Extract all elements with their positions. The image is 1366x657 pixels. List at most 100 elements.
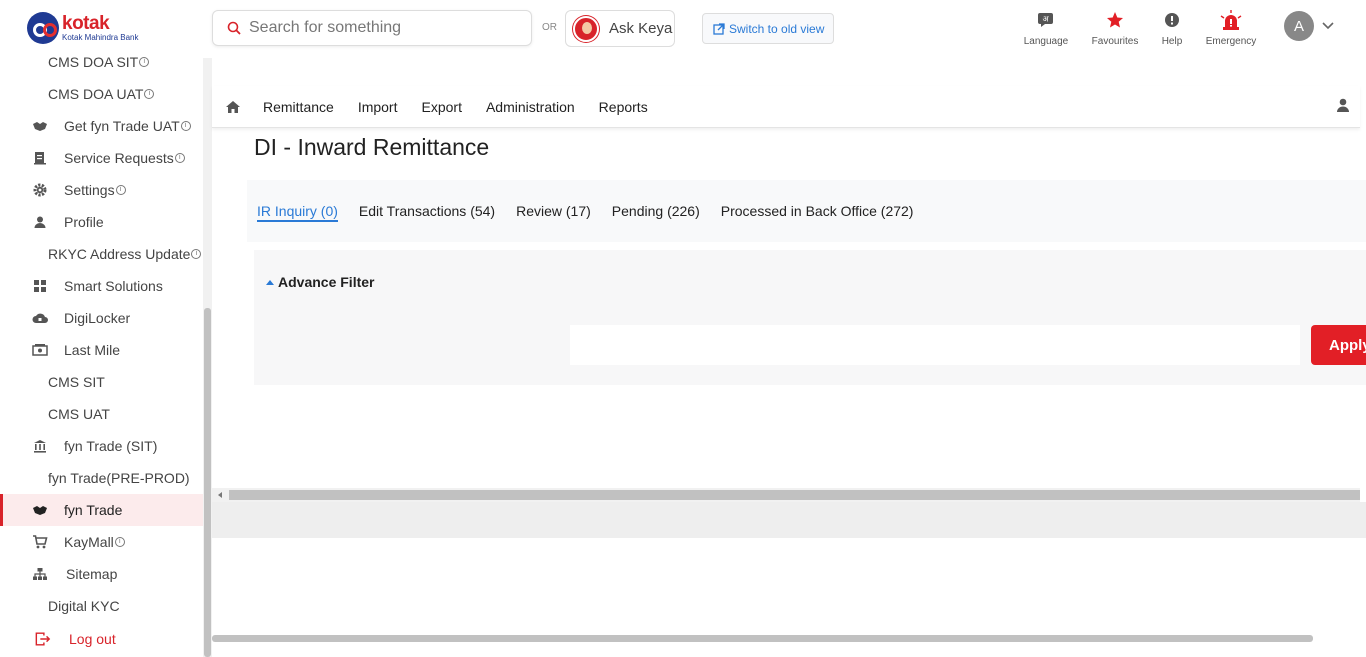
info-icon: i	[191, 249, 202, 259]
bank-icon	[32, 438, 48, 454]
info-icon: i	[139, 57, 150, 67]
apply-button[interactable]: Apply	[1311, 325, 1366, 365]
sidebar-item-label: Last Mile	[64, 342, 121, 358]
tab-ir-inquiry[interactable]: IR Inquiry (0)	[257, 180, 338, 242]
tab-edit-transactions[interactable]: Edit Transactions (54)	[359, 180, 495, 242]
sidebar-scrollbar-thumb[interactable]	[204, 308, 211, 657]
advance-filter-panel: Advance Filter Apply	[254, 250, 1366, 385]
language-label: Language	[1023, 36, 1069, 47]
logout-icon	[35, 631, 51, 647]
tab-bar: IR Inquiry (0) Edit Transactions (54) Re…	[247, 180, 1366, 242]
user-avatar: A	[1284, 11, 1314, 41]
profile-icon[interactable]	[1336, 98, 1350, 118]
sidebar-item-label: Log out	[69, 631, 116, 647]
home-icon[interactable]	[225, 100, 241, 114]
sidebar-item-label: CMS DOA SIT	[48, 54, 139, 70]
user-menu[interactable]: A	[1284, 11, 1334, 41]
sidebar-item-label: CMS UAT	[48, 406, 110, 422]
sidebar-item-get-fyn-trade-uat[interactable]: Get fyn Trade UAT i	[0, 110, 203, 142]
sidebar-item-fyn-trade[interactable]: fyn Trade	[0, 494, 203, 526]
sidebar-item-label: RKYC Address Update	[48, 246, 191, 262]
svg-text:अ: अ	[1042, 15, 1049, 24]
help-icon	[1165, 13, 1179, 27]
sidebar-item-profile[interactable]: Profile	[0, 206, 203, 238]
horizontal-scrollbar-thumb[interactable]	[229, 490, 1360, 500]
sidebar-item-settings[interactable]: Settings i	[0, 174, 203, 206]
module-nav: Remittance Import Export Administration …	[212, 86, 1360, 128]
brand-subtitle: Kotak Mahindra Bank	[62, 32, 139, 42]
nav-import[interactable]: Import	[358, 99, 398, 115]
sidebar-item-cms-doa-uat[interactable]: CMS DOA UAT i	[0, 78, 203, 110]
nav-administration[interactable]: Administration	[486, 99, 575, 115]
grid-icon	[32, 278, 48, 294]
info-icon: i	[174, 153, 185, 163]
sidebar-item-label: Service Requests	[64, 150, 174, 166]
horizontal-scrollbar[interactable]	[212, 488, 1360, 502]
sidebar-item-label: Smart Solutions	[64, 278, 163, 294]
sidebar-item-smart-solutions[interactable]: Smart Solutions	[0, 270, 203, 302]
help-button[interactable]: Help	[1157, 10, 1187, 47]
sidebar-item-label: fyn Trade	[64, 502, 123, 518]
handshake-icon	[32, 502, 48, 518]
info-icon: i	[114, 537, 125, 547]
sidebar-item-label: CMS DOA UAT	[48, 86, 144, 102]
sidebar-item-digilocker[interactable]: DigiLocker	[0, 302, 203, 334]
tab-processed-back-office[interactable]: Processed in Back Office (272)	[721, 180, 914, 242]
siren-icon	[1220, 10, 1242, 30]
grid-footer	[212, 502, 1366, 538]
language-icon: अ	[1038, 13, 1053, 27]
sidebar-item-cms-doa-sit[interactable]: CMS DOA SIT i	[0, 46, 203, 78]
tab-pending[interactable]: Pending (226)	[612, 180, 700, 242]
search-box[interactable]	[212, 10, 532, 46]
sidebar-item-logout[interactable]: Log out	[0, 623, 203, 655]
page-title: DI - Inward Remittance	[254, 134, 490, 160]
sidebar-item-sitemap[interactable]: Sitemap	[0, 558, 203, 590]
sidebar-item-cms-sit[interactable]: CMS SIT	[0, 366, 203, 398]
favourites-button[interactable]: Favourites	[1090, 10, 1140, 47]
sidebar-item-label: DigiLocker	[64, 310, 131, 326]
page-horizontal-scrollbar[interactable]	[212, 635, 1313, 642]
handshake-icon	[32, 118, 48, 134]
sidebar-item-digital-kyc[interactable]: Digital KYC	[0, 590, 203, 622]
sitemap-icon	[32, 566, 48, 582]
nav-reports[interactable]: Reports	[599, 99, 648, 115]
sidebar-item-rkyc-address-update[interactable]: RKYC Address Update i	[0, 238, 203, 270]
sidebar-item-fyn-trade-sit[interactable]: fyn Trade (SIT)	[0, 430, 203, 462]
cart-icon	[32, 534, 48, 550]
filter-input[interactable]	[570, 325, 1300, 365]
sidebar-item-kaymall[interactable]: KayMall i	[0, 526, 203, 558]
sidebar-item-label: Digital KYC	[48, 598, 120, 614]
search-input[interactable]	[249, 19, 519, 37]
info-icon: i	[115, 185, 126, 195]
advance-filter-toggle[interactable]: Advance Filter	[266, 274, 374, 290]
cloud-icon	[32, 310, 48, 326]
sidebar-item-label: CMS SIT	[48, 374, 105, 390]
switch-old-view-button[interactable]: Switch to old view	[702, 13, 834, 44]
sidebar-item-service-requests[interactable]: Service Requests i	[0, 142, 203, 174]
info-icon: i	[144, 89, 155, 99]
kotak-logo-mark	[27, 12, 59, 44]
language-button[interactable]: अ Language	[1022, 10, 1070, 47]
switch-old-view-label: Switch to old view	[729, 21, 825, 36]
kotak-logo[interactable]: kotak Kotak Mahindra Bank	[27, 12, 139, 44]
sidebar-item-label: KayMall	[64, 534, 114, 550]
emergency-label: Emergency	[1205, 36, 1257, 47]
sidebar-item-label: fyn Trade(PRE-PROD)	[48, 470, 190, 486]
sidebar-item-fyn-trade-pre-prod[interactable]: fyn Trade(PRE-PROD)	[0, 462, 203, 494]
scroll-left-icon[interactable]	[218, 492, 222, 498]
tab-review[interactable]: Review (17)	[516, 180, 591, 242]
document-icon	[32, 150, 48, 166]
sidebar-item-cms-uat[interactable]: CMS UAT	[0, 398, 203, 430]
sidebar-item-label: fyn Trade (SIT)	[64, 438, 158, 454]
ask-keya-button[interactable]: Ask Keya	[565, 10, 675, 47]
caret-up-icon	[266, 279, 274, 285]
nav-remittance[interactable]: Remittance	[263, 99, 334, 115]
sidebar-item-label: Profile	[64, 214, 104, 230]
keya-avatar-icon	[573, 15, 599, 42]
nav-export[interactable]: Export	[422, 99, 462, 115]
external-link-icon	[713, 22, 725, 35]
sidebar-item-last-mile[interactable]: Last Mile	[0, 334, 203, 366]
star-icon	[1107, 12, 1123, 28]
emergency-button[interactable]: Emergency	[1203, 10, 1259, 47]
sidebar-item-label: Settings	[64, 182, 115, 198]
